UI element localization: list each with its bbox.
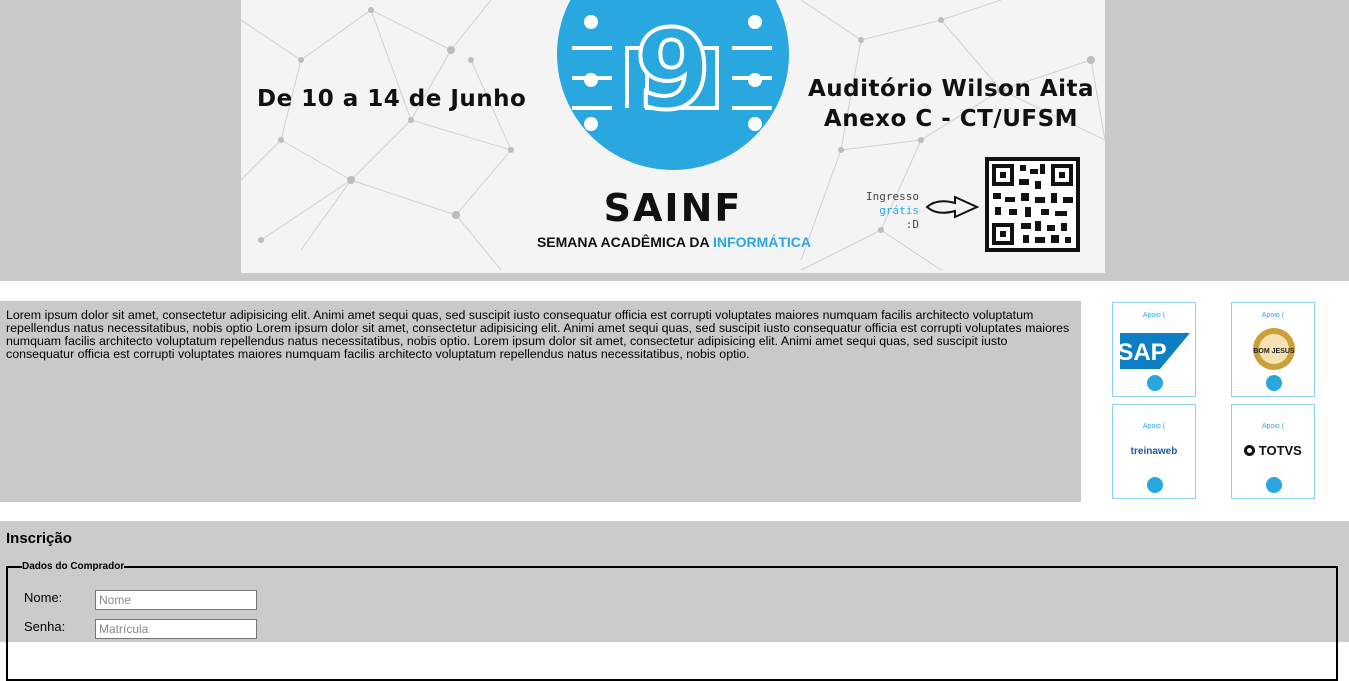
ticket-free: grátis — [879, 204, 919, 217]
arrow-right-icon — [925, 195, 980, 219]
ticket-smiley: :D — [905, 218, 919, 231]
event-date: De 10 a 14 de Junho — [257, 86, 527, 112]
apoio-label: Apoio — [1261, 312, 1280, 319]
sponsor-card-bom-jesus[interactable]: Apoio ( BOM JESUS — [1231, 302, 1315, 397]
registration-section: Inscrição Dados do Comprador Nome: Senha… — [0, 521, 1349, 681]
svg-text:SAP: SAP — [1120, 339, 1167, 366]
about-section: Lorem ipsum dolor sit amet, consectetur … — [0, 301, 1081, 502]
qr-code-icon[interactable] — [985, 157, 1080, 252]
sainf-mini-icon — [1147, 477, 1163, 493]
ticket-line-1: Ingresso — [866, 190, 919, 203]
treinaweb-logo: treinaweb — [1130, 446, 1178, 457]
apoio-label: Apoio — [1142, 423, 1161, 430]
totvs-icon — [1244, 445, 1256, 456]
ticket-line-2: grátis :D — [863, 204, 919, 232]
about-text: Lorem ipsum dolor sit amet, consectetur … — [6, 308, 1070, 361]
sponsor-card-treinaweb[interactable]: Apoio ( treinaweb — [1112, 404, 1196, 499]
event-name: SAINF — [603, 186, 743, 230]
buyer-fieldset: Dados do Comprador Nome: Senha: — [6, 561, 1338, 681]
buyer-legend: Dados do Comprador — [22, 561, 125, 572]
venue-line-2: Anexo C - CT/UFSM — [823, 106, 1079, 132]
svg-text:BOM JESUS: BOM JESUS — [1253, 348, 1295, 355]
password-label: Senha: — [24, 619, 66, 634]
sponsor-card-totvs[interactable]: Apoio ( TOTVS — [1231, 404, 1315, 499]
sainf-logo-icon: 9 — [557, 0, 789, 170]
sainf-mini-icon — [1266, 375, 1282, 391]
svg-text:9: 9 — [635, 6, 712, 134]
event-banner: 9 De 10 a 14 de Junho Auditório Wilson A… — [241, 0, 1105, 273]
registration-title: Inscrição — [6, 530, 72, 547]
name-label: Nome: — [24, 590, 63, 605]
sainf-mini-icon — [1147, 375, 1163, 391]
ticket-note: Ingresso grátis :D — [863, 190, 919, 232]
subtitle-highlight: INFORMÁTICA — [713, 234, 812, 250]
bom-jesus-logo-icon: BOM JESUS — [1253, 328, 1295, 370]
subtitle-prefix: SEMANA ACADÊMICA DA — [536, 234, 710, 250]
apoio-label: Apoio — [1261, 423, 1280, 430]
header: 9 De 10 a 14 de Junho Auditório Wilson A… — [0, 0, 1349, 281]
sainf-mini-icon — [1266, 477, 1282, 493]
venue-line-1: Auditório Wilson Aita — [807, 76, 1095, 102]
sponsor-card-sap[interactable]: Apoio ( SAP — [1112, 302, 1196, 397]
totvs-logo: TOTVS — [1232, 443, 1314, 458]
sap-logo-icon: SAP — [1120, 333, 1190, 369]
matricula-input[interactable] — [95, 619, 257, 639]
apoio-label: Apoio — [1142, 312, 1161, 319]
name-input[interactable] — [95, 590, 257, 610]
event-subtitle: SEMANA ACADÊMICA DA INFORMÁTICA — [501, 234, 847, 250]
event-venue: Auditório Wilson Aita Anexo C - CT/UFSM — [801, 74, 1101, 134]
